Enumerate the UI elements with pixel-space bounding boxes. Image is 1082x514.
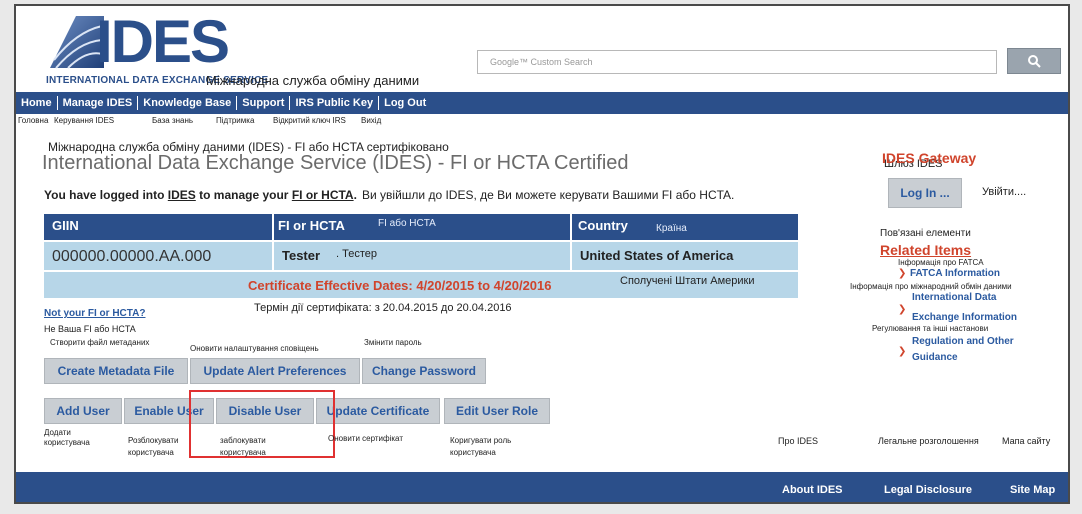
nav-manage-ides[interactable]: Manage IDES [58, 96, 139, 110]
ides-info-link-2[interactable]: Exchange Information [912, 312, 1017, 324]
giin-value: 000000.00000.AA.000 [52, 248, 212, 265]
search-button[interactable] [1007, 48, 1061, 74]
footer-legal-uk: Легальне розголошення [878, 436, 979, 446]
browser-page: IDES INTERNATIONAL DATA EXCHANGE SERVICE… [14, 4, 1070, 504]
not-your-fi-link[interactable]: Not your FI or HCTA? [44, 308, 145, 319]
nav-log-out[interactable]: Log Out [379, 96, 431, 110]
nav-irs-public-key-uk: Відкритий ключ IRS [273, 116, 346, 125]
fatca-uk: Інформація про FATCA [898, 258, 984, 267]
create-metadata-button[interactable]: Create Metadata File [44, 358, 188, 384]
add-user-uk-2: користувача [44, 438, 90, 447]
nav-support-uk: Підтримка [216, 116, 255, 125]
change-password-uk: Змінити пароль [364, 338, 422, 347]
fi-value: Tester [282, 248, 321, 263]
page-title: International Data Exchange Service (IDE… [42, 152, 629, 174]
gateway-login-uk: Увійти.... [982, 186, 1027, 198]
regulation-link-2[interactable]: Guidance [912, 352, 958, 364]
logo-subtitle-uk: Міжнародна служба обміну даними [206, 73, 420, 88]
ides-info-arrow-icon: ❯ [898, 304, 907, 315]
col-fi-hcta-uk: FI або HCTA [378, 218, 436, 229]
change-password-button[interactable]: Change Password [362, 358, 486, 384]
nav-home-uk: Головна [18, 116, 49, 125]
fi-value-uk: . Тестер [336, 248, 377, 260]
col-country: Country [578, 218, 628, 233]
nav-home[interactable]: Home [16, 96, 58, 110]
logo-letters: IDES [96, 8, 230, 75]
add-user-uk-1: Додати [44, 428, 71, 437]
update-alert-uk: Оновити налаштування сповіщень [190, 344, 319, 353]
nav-manage-ides-uk: Керування IDES [54, 116, 115, 125]
footer-sitemap-uk: Мапа сайту [1002, 436, 1051, 446]
footer-legal-link[interactable]: Legal Disclosure [884, 484, 972, 496]
search-icon [1028, 55, 1041, 68]
footer-about-uk: Про IDES [778, 436, 818, 446]
fatca-arrow-icon: ❯ [898, 268, 907, 279]
add-user-button[interactable]: Add User [44, 398, 122, 424]
related-label-uk: Пов'язані елементи [880, 228, 971, 239]
not-your-fi-uk: Не Ваша FI або HCTA [44, 324, 136, 334]
fatca-link[interactable]: FATCA Information [910, 268, 1000, 280]
disable-user-uk-2: користувача [220, 448, 266, 457]
nav-support[interactable]: Support [237, 96, 291, 110]
col-country-uk: Країна [656, 223, 687, 234]
logged-in-message: You have logged into IDES to manage your… [44, 188, 357, 202]
nav-knowledge-base[interactable]: Knowledge Base [138, 96, 238, 110]
regulation-link-1[interactable]: Regulation and Other [912, 336, 1014, 348]
certificate-dates-row: Certificate Effective Dates: 4/20/2015 t… [44, 272, 798, 298]
ides-info-link-1[interactable]: International Data [912, 292, 996, 304]
table-row: 000000.00000.AA.000 Tester . Тестер Unit… [44, 242, 798, 270]
edit-role-uk-2: користувача [450, 448, 496, 457]
country-value: United States of America [580, 248, 734, 263]
nav-irs-public-key[interactable]: IRS Public Key [290, 96, 380, 110]
edit-user-role-button[interactable]: Edit User Role [444, 398, 550, 424]
edit-role-uk-1: Коригувати роль [450, 436, 512, 445]
enable-user-uk-2: користувача [128, 448, 174, 457]
update-cert-uk: Оновити сертифікат [328, 434, 403, 443]
regulation-uk: Регулювання та інші настанови [872, 324, 989, 333]
certificate-dates-uk: Термін дії сертифіката: з 20.04.2015 до … [254, 302, 512, 314]
page-footer: About IDES Legal Disclosure Site Map [16, 472, 1068, 502]
enable-user-uk-1: Розблокувати [128, 436, 179, 445]
col-fi-hcta: FI or HCTA [278, 218, 345, 233]
footer-sitemap-link[interactable]: Site Map [1010, 484, 1055, 496]
nav-log-out-uk: Вихід [361, 116, 382, 125]
regulation-arrow-icon: ❯ [898, 346, 907, 357]
footer-about-link[interactable]: About IDES [782, 484, 843, 496]
col-giin: GIIN [52, 218, 79, 233]
ides-info-uk: Інформація про міжнародний обмін даними [850, 282, 1012, 291]
create-metadata-uk: Створити файл метаданих [50, 338, 150, 347]
update-alert-button[interactable]: Update Alert Preferences [190, 358, 360, 384]
certificate-dates: Certificate Effective Dates: 4/20/2015 t… [248, 278, 552, 293]
country-value-uk: Сполучені Штати Америки [620, 275, 755, 287]
main-nav: Home Manage IDES Knowledge Base Support … [16, 92, 1068, 114]
fi-table-header: GIIN FI or HCTA FI або HCTA Country Краї… [44, 214, 798, 240]
search-input[interactable]: Google™ Custom Search [477, 50, 997, 74]
disable-user-uk-1: заблокувати [220, 436, 266, 445]
gateway-title: IDES Gateway [882, 150, 977, 166]
related-title: Related Items [880, 242, 972, 258]
gateway-login-button[interactable]: Log In ... [888, 178, 962, 208]
nav-knowledge-base-uk: База знань [152, 116, 194, 125]
logged-in-message-uk: Ви увійшли до IDES, де Ви можете керуват… [362, 188, 735, 202]
